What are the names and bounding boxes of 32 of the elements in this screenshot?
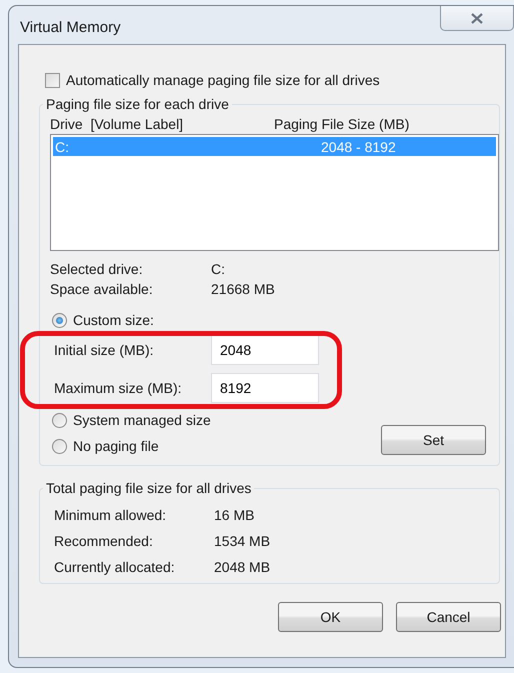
info-label: Space available: — [50, 281, 154, 297]
total-label: Recommended: — [54, 533, 154, 549]
total-value: 1534 MB — [214, 533, 270, 549]
total-label: Minimum allowed: — [54, 507, 168, 523]
total-value: 16 MB — [214, 507, 254, 523]
close-icon — [471, 12, 483, 24]
input-field[interactable]: 2048 — [211, 335, 319, 365]
radio-label: System managed size — [73, 412, 211, 428]
info-label: Selected drive: — [50, 261, 144, 277]
field-label: Maximum size (MB): — [54, 380, 183, 396]
checkbox-label: Automatically manage paging file size for all drives — [66, 72, 380, 88]
dialog-button[interactable]: OK — [278, 602, 383, 632]
column-header: Drive [Volume Label] — [50, 116, 184, 132]
total-value: 2048 MB — [214, 559, 270, 575]
radio-label: Custom size: — [73, 312, 154, 328]
radio-label: No paging file — [73, 438, 159, 454]
info-value: 21668 MB — [211, 281, 275, 297]
dialog-button[interactable]: Cancel — [396, 602, 501, 632]
group-title: Paging file size for each drive — [45, 96, 230, 112]
radio-button[interactable] — [52, 312, 67, 328]
column-header: Paging File Size (MB) — [274, 116, 410, 132]
info-value: C: — [211, 261, 225, 277]
checkbox[interactable] — [45, 72, 60, 88]
window-title: Virtual Memory — [20, 19, 121, 36]
radio-button[interactable] — [52, 438, 67, 454]
input-field[interactable]: 8192 — [211, 373, 319, 403]
group-title: Total paging file size for all drives — [45, 480, 252, 496]
radio-button[interactable] — [52, 412, 67, 428]
close-button[interactable] — [440, 6, 514, 31]
field-label: Initial size (MB): — [54, 342, 155, 358]
total-label: Currently allocated: — [54, 559, 176, 575]
set-button[interactable]: Set — [381, 425, 486, 455]
